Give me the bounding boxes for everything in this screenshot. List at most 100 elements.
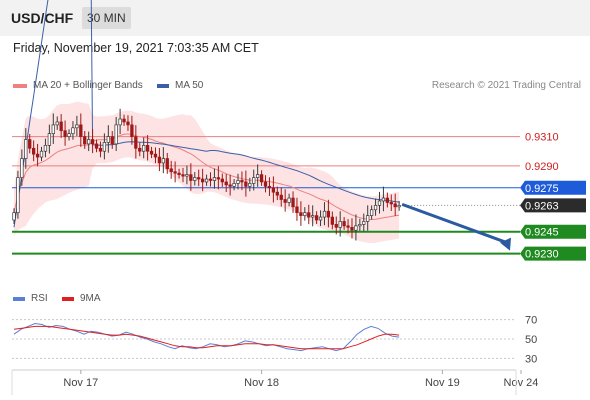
candle-body — [83, 136, 87, 145]
candle-body — [169, 168, 173, 173]
rsi-tick-70: 70 — [525, 315, 537, 327]
candle-body — [193, 177, 197, 181]
candle-body — [263, 181, 268, 187]
candle-body — [130, 124, 134, 137]
candle-body — [138, 147, 142, 152]
candle-body — [224, 181, 228, 186]
candle-body — [338, 221, 342, 228]
candle-body — [35, 153, 40, 158]
candle-body — [31, 147, 36, 155]
candle-body — [106, 136, 110, 143]
x-tick-label: Nov 18 — [244, 377, 279, 389]
price-chart: 0.9310 0.9290 0.9275 0.9263 0.9245 0.9230 30 50… — [11, 0, 586, 395]
rsi-tick-30: 30 — [525, 353, 537, 365]
candle-body — [291, 197, 295, 208]
level-label-last-price: 0.9263 — [525, 200, 559, 212]
level-label-pivot: 0.9275 — [525, 183, 559, 195]
candle-body — [393, 203, 397, 208]
candle-body — [283, 199, 287, 203]
candle-body — [110, 136, 114, 145]
candle-body — [373, 205, 378, 211]
candle-body — [161, 158, 165, 164]
level-label-resistance-2: 0.9310 — [525, 132, 559, 144]
candle-body — [334, 224, 338, 228]
candle-body — [181, 174, 185, 177]
candle-body — [303, 212, 307, 216]
candle-body — [200, 178, 205, 183]
candle-body — [220, 178, 224, 183]
candle-body — [216, 177, 221, 180]
candle-body — [385, 197, 389, 203]
level-label-resistance-1: 0.9290 — [525, 161, 559, 173]
candle-body — [314, 215, 319, 221]
candle-body — [16, 177, 20, 214]
candle-body — [299, 212, 303, 216]
candle-body — [330, 216, 334, 225]
candle-body — [252, 177, 256, 184]
candle-body — [126, 121, 130, 126]
candle-body — [98, 147, 103, 152]
candle-body — [204, 178, 209, 183]
candle-body — [256, 174, 260, 178]
candle-body — [311, 215, 315, 218]
candle-body — [59, 121, 63, 132]
candle-body — [350, 226, 354, 231]
candle-body — [185, 174, 189, 177]
candle-body — [79, 124, 83, 137]
candle-body — [307, 212, 311, 218]
candle-body — [55, 121, 59, 126]
x-tick-label: Nov 17 — [63, 377, 98, 389]
candle-body — [212, 177, 217, 181]
candle-body — [322, 210, 327, 218]
candle-body — [326, 210, 331, 218]
candle-body — [389, 202, 393, 205]
candle-body — [228, 184, 232, 187]
candle-body — [71, 127, 75, 135]
candle-body — [177, 172, 181, 175]
candle-body — [67, 133, 71, 137]
candle-body — [28, 139, 32, 149]
candle-body — [142, 145, 146, 152]
candle-body — [377, 200, 382, 206]
candle-body — [366, 215, 370, 222]
candle-body — [51, 124, 55, 135]
candle-body — [173, 171, 177, 174]
candle-body — [39, 150, 44, 158]
candle-body — [279, 194, 283, 200]
x-tick-label: Nov 24 — [504, 377, 539, 389]
candle-body — [165, 158, 169, 170]
candle-body — [244, 181, 248, 187]
level-label-support-1: 0.9245 — [525, 227, 559, 239]
candle-body — [114, 124, 118, 145]
candle-body — [342, 221, 346, 227]
candle-body — [122, 118, 126, 123]
candle-body — [189, 174, 193, 181]
candle-body — [248, 183, 252, 187]
candle-body — [47, 133, 52, 146]
candle-body — [20, 158, 24, 178]
rsi-tick-50: 50 — [525, 334, 537, 346]
candle-body — [12, 212, 16, 221]
candle-body — [259, 174, 264, 183]
candle-body — [240, 180, 244, 183]
candle-body — [354, 225, 358, 231]
candle-body — [134, 136, 138, 149]
candle-body — [236, 180, 240, 184]
candle-body — [267, 185, 272, 189]
candle-body — [369, 209, 374, 216]
x-tick-label: Nov 19 — [425, 377, 460, 389]
candle-body — [102, 142, 107, 152]
candle-body — [149, 150, 154, 155]
candle-body — [43, 145, 48, 152]
candle-body — [208, 178, 213, 181]
candle-body — [397, 205, 401, 208]
candle-body — [318, 216, 323, 221]
candle-body — [153, 153, 158, 158]
candle-body — [90, 139, 95, 145]
candle-body — [157, 156, 162, 164]
candle-body — [94, 143, 99, 149]
candle-body — [358, 224, 362, 227]
candle-body — [145, 145, 150, 152]
candle-body — [271, 187, 276, 193]
candle-body — [24, 139, 28, 159]
